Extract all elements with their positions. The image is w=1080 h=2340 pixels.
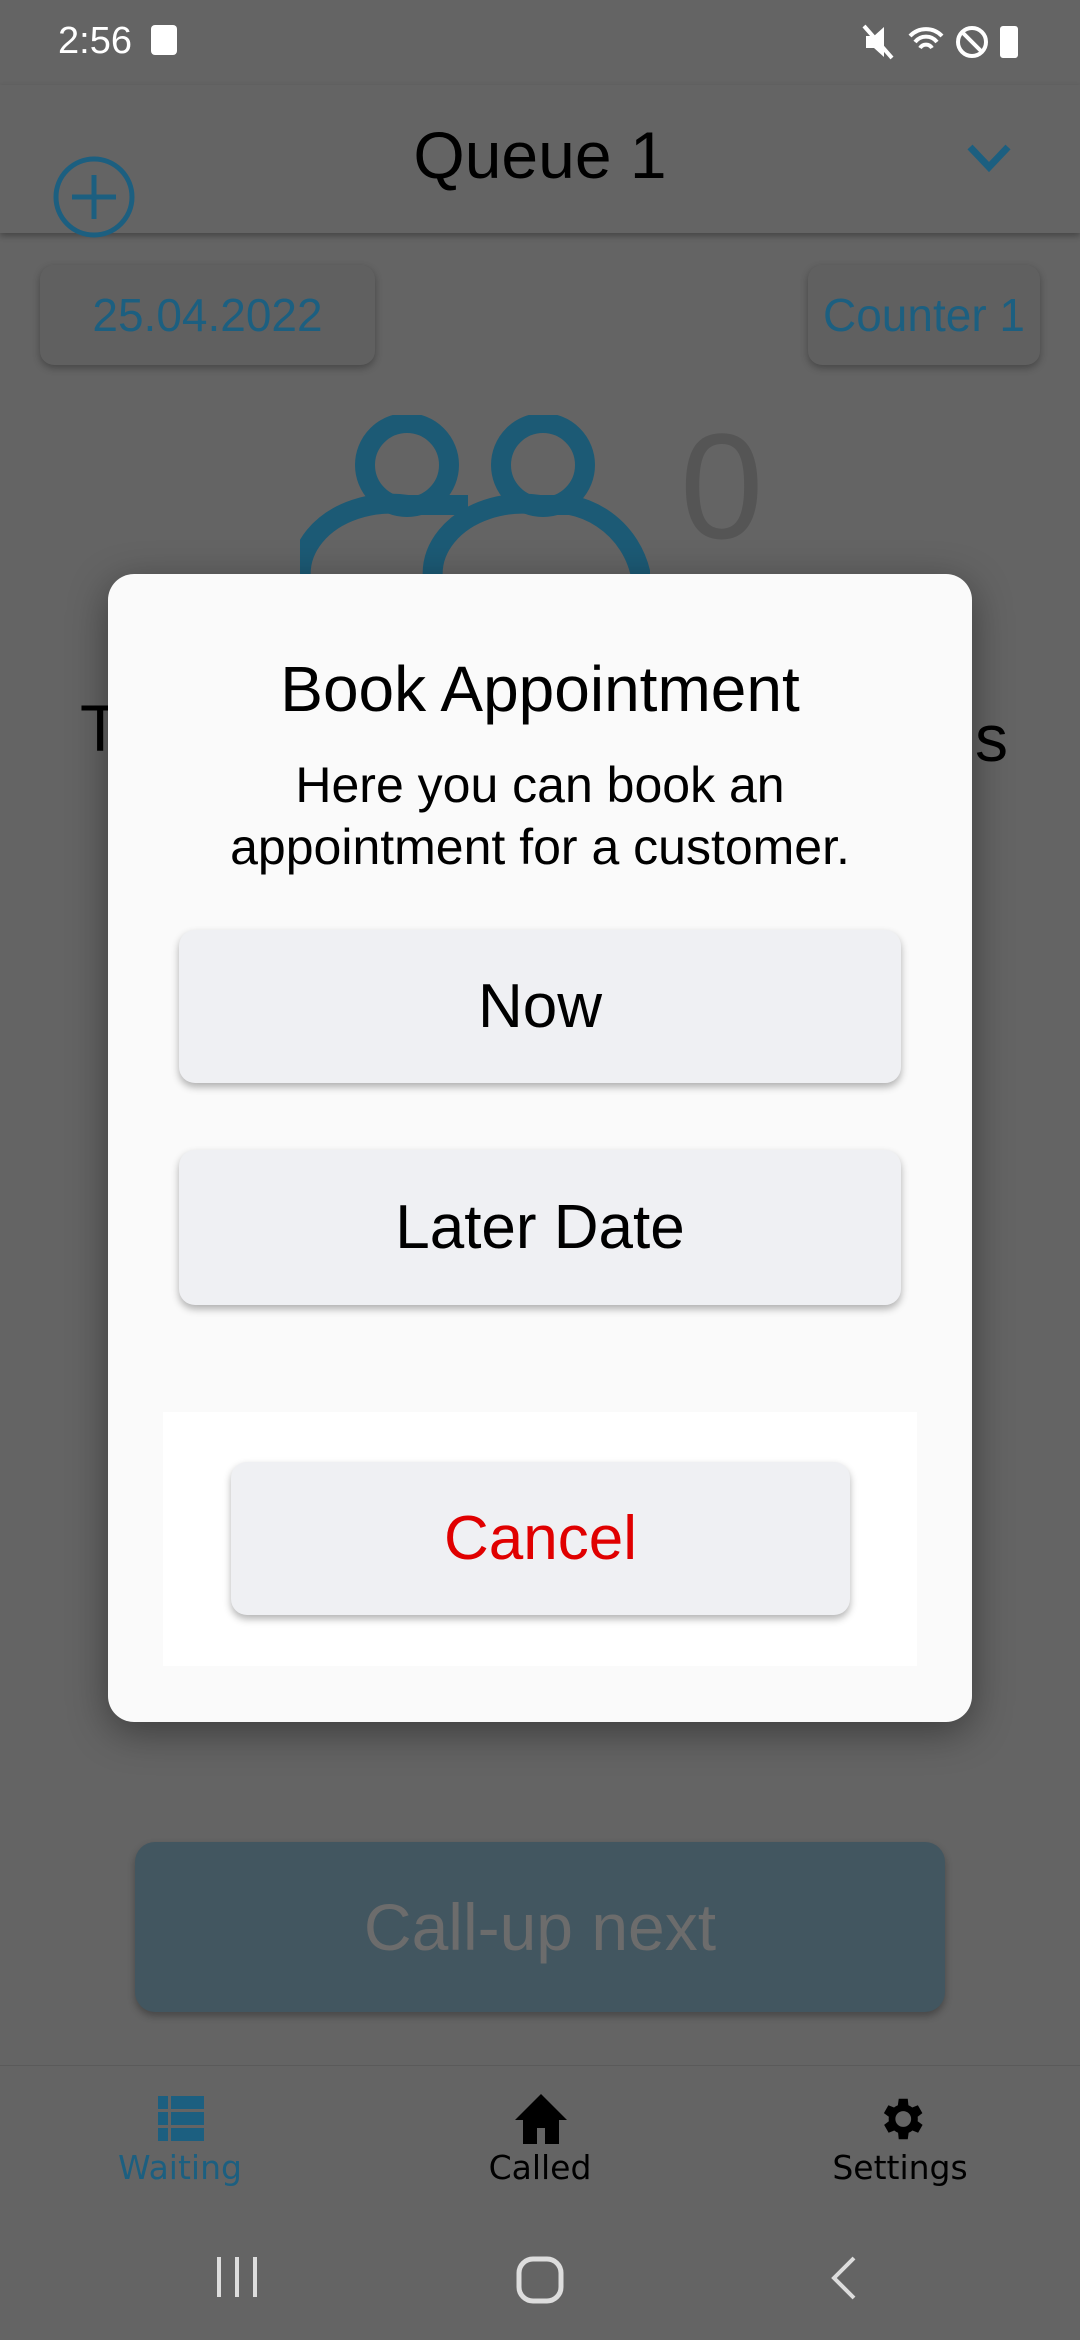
photo-icon xyxy=(151,25,177,55)
status-icons xyxy=(862,24,1018,60)
recent-apps-icon[interactable] xyxy=(215,2255,259,2299)
clock: 2:56 xyxy=(58,20,132,62)
nav-waiting[interactable]: Waiting xyxy=(30,2066,330,2201)
cancel-panel: Cancel xyxy=(163,1412,917,1666)
bottom-nav: Waiting Called Settings xyxy=(0,2065,1080,2200)
later-date-button[interactable]: Later Date xyxy=(179,1150,901,1305)
status-bar: 2:56 xyxy=(0,0,1080,85)
nav-settings[interactable]: Settings xyxy=(750,2066,1050,2201)
chevron-down-icon[interactable] xyxy=(966,143,1012,173)
call-up-next-button[interactable]: Call-up next xyxy=(135,1842,945,2012)
app-bar: Queue 1 xyxy=(0,85,1080,238)
dialog-message-line1: Here you can book an xyxy=(295,757,785,813)
home-button-icon[interactable] xyxy=(515,2255,565,2305)
counter-chip[interactable]: Counter 1 xyxy=(808,265,1040,365)
nav-label: Called xyxy=(488,2148,592,2187)
do-not-disturb-icon xyxy=(956,26,988,58)
back-icon[interactable] xyxy=(828,2255,860,2301)
system-nav-bar xyxy=(0,2200,1080,2340)
nav-label: Waiting xyxy=(118,2148,242,2187)
cancel-button[interactable]: Cancel xyxy=(231,1462,850,1615)
now-button[interactable]: Now xyxy=(179,930,901,1083)
info-text-fragment: s xyxy=(975,701,1008,775)
plus-circle-icon[interactable] xyxy=(52,155,136,239)
date-chip[interactable]: 25.04.2022 xyxy=(40,265,375,365)
wifi-icon xyxy=(908,27,944,50)
queue-title[interactable]: Queue 1 xyxy=(340,117,740,193)
book-appointment-dialog: Book Appointment Here you can book an ap… xyxy=(108,574,972,1722)
nav-label: Settings xyxy=(832,2148,968,2187)
mute-icon xyxy=(862,24,894,60)
gear-icon xyxy=(883,2098,923,2140)
list-icon xyxy=(158,2096,204,2141)
battery-icon xyxy=(1000,26,1018,58)
waiting-count: 0 xyxy=(680,402,764,570)
dialog-title: Book Appointment xyxy=(280,653,800,725)
nav-called[interactable]: Called xyxy=(390,2066,690,2201)
dialog-message-line2: appointment for a customer. xyxy=(230,819,850,875)
home-icon xyxy=(515,2094,567,2144)
